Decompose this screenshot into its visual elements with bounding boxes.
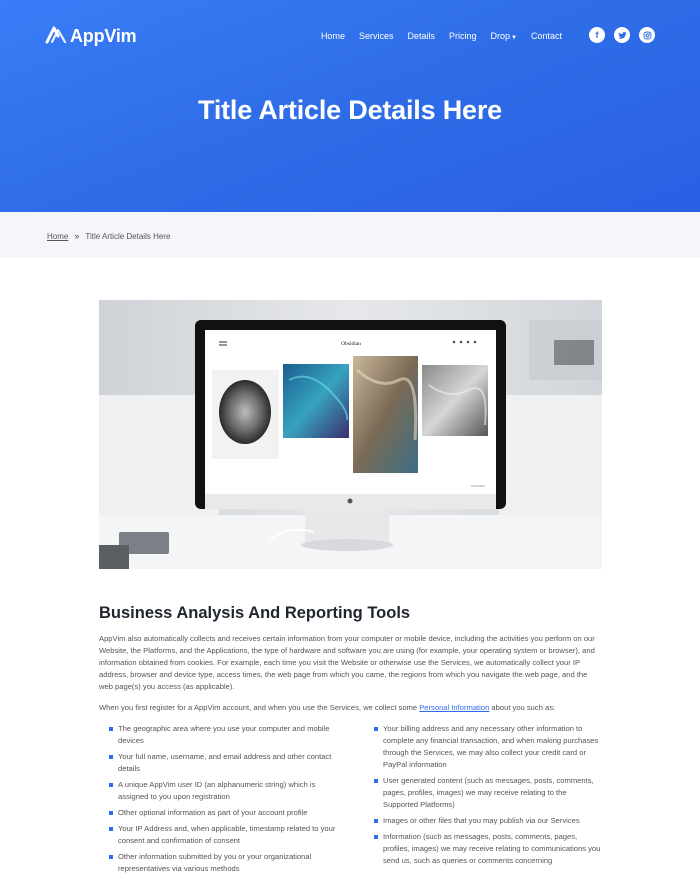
nav-item-services[interactable]: Services — [359, 31, 394, 41]
list-item: The geographic area where you use your c… — [99, 723, 337, 747]
breadcrumb-bar: Home » Title Article Details Here — [0, 212, 700, 258]
article-paragraph-intro: AppVim also automatically collects and r… — [99, 634, 595, 691]
list-item: Your IP Address and, when applicable, ti… — [99, 823, 337, 847]
list-item: Information (such as messages, posts, co… — [364, 831, 602, 867]
breadcrumb-current: Title Article Details Here — [85, 231, 171, 241]
breadcrumb-separator-icon: » — [74, 231, 80, 241]
social-links: f — [589, 27, 655, 43]
page-title: Title Article Details Here — [198, 95, 502, 125]
breadcrumb: Home » Title Article Details Here — [47, 231, 170, 241]
list-item: Your billing address and any necessary o… — [364, 723, 602, 771]
info-list-left: The geographic area where you use your c… — [99, 723, 337, 879]
main-nav: Home Services Details Pricing Drop▼ Cont… — [321, 31, 562, 41]
hero-header: AppVim Home Services Details Pricing Dro… — [0, 0, 700, 212]
list-item: Other information submitted by you or yo… — [99, 851, 337, 875]
nav-item-drop[interactable]: Drop▼ — [491, 31, 517, 41]
screen-brand-label: Obsidian — [341, 341, 361, 347]
article-heading: Business Analysis And Reporting Tools — [99, 604, 411, 622]
logo-icon — [45, 26, 67, 44]
nav-item-contact[interactable]: Contact — [531, 31, 562, 41]
list-item: Other optional information as part of yo… — [99, 807, 337, 819]
instagram-icon[interactable] — [639, 27, 655, 43]
breadcrumb-home-link[interactable]: Home — [47, 232, 68, 241]
register-text-after: about you such as: — [489, 703, 556, 712]
instagram-glyph — [643, 31, 651, 39]
info-list-right: Your billing address and any necessary o… — [364, 723, 602, 879]
brand-logo[interactable]: AppVim — [44, 24, 137, 48]
list-item: Your full name, username, and email addr… — [99, 751, 337, 775]
article-featured-image: Obsidian — [99, 300, 602, 569]
list-item: User generated content (such as messages… — [364, 775, 602, 811]
desk-monitor-illustration: Obsidian — [99, 300, 602, 569]
personal-information-link[interactable]: Personal Information — [419, 703, 489, 712]
facebook-icon[interactable]: f — [589, 27, 605, 43]
nav-item-pricing[interactable]: Pricing — [449, 31, 477, 41]
article-body: Business Analysis And Reporting Tools Ap… — [99, 604, 602, 879]
twitter-icon[interactable] — [614, 27, 630, 43]
article-paragraph-register: When you first register for a AppVim acc… — [99, 702, 602, 714]
list-item: A unique AppVim user ID (an alphanumeric… — [99, 779, 337, 803]
nav-item-home[interactable]: Home — [321, 31, 345, 41]
register-text-before: When you first register for a AppVim acc… — [99, 703, 420, 712]
twitter-bird-shape — [617, 31, 627, 39]
info-lists: The geographic area where you use your c… — [99, 723, 602, 879]
nav-item-drop-label: Drop — [490, 31, 511, 41]
chevron-down-icon: ▼ — [511, 35, 517, 41]
list-item: Images or other files that you may publi… — [364, 815, 602, 827]
brand-name: AppVim — [70, 25, 137, 46]
nav-item-details[interactable]: Details — [407, 31, 435, 41]
